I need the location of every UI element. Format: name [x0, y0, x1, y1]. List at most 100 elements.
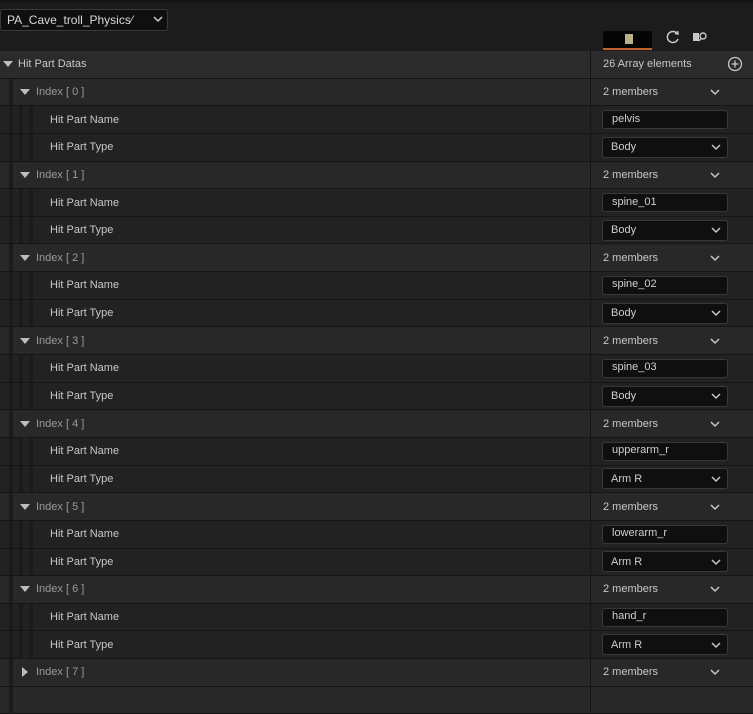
- indent-guide: [19, 465, 23, 493]
- indent-guide: [29, 520, 33, 548]
- indent-guide: [9, 520, 13, 548]
- element-name-cell: Index [ 6 ]: [0, 576, 589, 603]
- hit-part-type-dropdown[interactable]: Body: [602, 136, 728, 158]
- array-element-row[interactable]: [0, 686, 753, 714]
- element-name-cell: Index [ 7 ]: [0, 659, 589, 686]
- chevron-down-icon[interactable]: [709, 335, 721, 347]
- hit-part-name-input[interactable]: [602, 193, 728, 213]
- collapse-arrow-icon[interactable]: [19, 583, 31, 595]
- hit-part-type-dropdown[interactable]: Body: [602, 385, 728, 407]
- element-value-cell: 2 members: [590, 576, 753, 603]
- array-element-row[interactable]: Index [ 5 ] 2 members: [0, 493, 753, 521]
- hit-part-type-value: Arm R: [611, 638, 643, 651]
- chevron-down-icon[interactable]: [709, 86, 721, 98]
- hit-part-name-label: Hit Part Name: [50, 362, 120, 375]
- indent-guide: [9, 189, 13, 216]
- array-element-row[interactable]: Index [ 2 ] 2 members: [0, 244, 753, 273]
- collapse-arrow-icon[interactable]: [19, 169, 31, 181]
- element-value-cell: 2 members: [590, 327, 753, 355]
- hit-part-name-label-cell: Hit Part Name: [0, 272, 589, 299]
- hit-part-type-label: Hit Part Type: [50, 472, 114, 485]
- members-summary: 2 members: [603, 583, 659, 596]
- element-index-label: Index [ 5 ]: [36, 500, 85, 513]
- hit-part-name-input[interactable]: [602, 110, 728, 130]
- indent-guide: [9, 493, 13, 520]
- collapse-arrow-icon[interactable]: [19, 335, 31, 347]
- array-element-row[interactable]: Index [ 3 ] 2 members: [0, 327, 753, 356]
- chevron-down-icon[interactable]: [709, 169, 721, 181]
- browse-icon[interactable]: [692, 29, 708, 45]
- hit-part-type-label: Hit Part Type: [50, 224, 114, 237]
- chevron-down-icon: [705, 639, 727, 651]
- hit-part-type-dropdown[interactable]: Body: [602, 219, 728, 241]
- add-element-icon[interactable]: [727, 56, 743, 72]
- hit-part-type-label: Hit Part Type: [50, 555, 114, 568]
- hit-part-name-label: Hit Part Name: [50, 528, 120, 541]
- element-name-cell: Index [ 1 ]: [0, 162, 589, 189]
- asset-name: PA_Cave_troll_Physics⁄: [7, 13, 133, 27]
- hit-part-type-label: Hit Part Type: [50, 307, 114, 320]
- hit-part-type-label-cell: Hit Part Type: [0, 631, 589, 658]
- asset-picker-combo[interactable]: PA_Cave_troll_Physics⁄: [0, 9, 168, 31]
- array-header-row[interactable]: Hit Part Datas 26 Array elements: [0, 51, 753, 79]
- asset-thumbnail[interactable]: [603, 31, 652, 50]
- members-summary: 2 members: [603, 666, 659, 679]
- hit-part-name-input[interactable]: [602, 524, 728, 544]
- element-index-label: Index [ 3 ]: [36, 334, 85, 347]
- hit-part-name-input[interactable]: [602, 358, 728, 378]
- property-value-cell: 26 Array elements: [590, 51, 753, 78]
- collapse-arrow-icon[interactable]: [19, 501, 31, 513]
- hit-part-type-dropdown[interactable]: Arm R: [602, 468, 728, 490]
- hit-part-type-label: Hit Part Type: [50, 638, 114, 651]
- element-name-cell: Index [ 2 ]: [0, 244, 589, 271]
- collapse-arrow-icon[interactable]: [19, 418, 31, 430]
- hit-part-name-value-cell: [590, 603, 753, 631]
- collapse-arrow-icon[interactable]: [19, 86, 31, 98]
- indent-guide: [19, 299, 23, 327]
- property-name: Hit Part Datas: [18, 58, 87, 71]
- hit-part-name-value-cell: [590, 355, 753, 382]
- indent-guide: [9, 437, 13, 465]
- hit-part-name-input[interactable]: [602, 441, 728, 461]
- array-element-row[interactable]: Index [ 7 ] 2 members: [0, 659, 753, 687]
- array-element-row[interactable]: Index [ 4 ] 2 members: [0, 410, 753, 438]
- hit-part-name-label: Hit Part Name: [50, 196, 120, 209]
- array-element-row[interactable]: Index [ 6 ] 2 members: [0, 576, 753, 604]
- chevron-down-icon: [705, 390, 727, 402]
- hit-part-type-value-cell: Body: [590, 133, 753, 161]
- indent-guide: [19, 106, 23, 133]
- property-name-cell: Hit Part Datas: [0, 51, 589, 78]
- thumbnail-figure: [625, 34, 633, 44]
- indent-guide: [19, 355, 23, 382]
- members-summary: 2 members: [603, 251, 659, 264]
- indent-guide: [19, 631, 23, 659]
- chevron-down-icon[interactable]: [709, 501, 721, 513]
- collapse-arrow-icon[interactable]: [2, 58, 14, 70]
- chevron-down-icon[interactable]: [709, 252, 721, 264]
- hit-part-type-dropdown[interactable]: Arm R: [602, 551, 728, 573]
- hit-part-type-dropdown[interactable]: Arm R: [602, 634, 728, 656]
- array-element-row[interactable]: Index [ 1 ] 2 members: [0, 161, 753, 190]
- indent-guide: [9, 106, 13, 133]
- expand-arrow-icon[interactable]: [19, 666, 31, 678]
- chevron-down-icon[interactable]: [709, 666, 721, 678]
- indent-guide: [9, 659, 13, 686]
- hit-part-type-row: Hit Part Type Arm R: [0, 465, 753, 494]
- hit-part-type-label-cell: Hit Part Type: [0, 134, 589, 161]
- refresh-icon[interactable]: [665, 29, 681, 45]
- hit-part-type-dropdown[interactable]: Body: [602, 302, 728, 324]
- indent-guide: [9, 216, 13, 244]
- chevron-down-icon[interactable]: [709, 583, 721, 595]
- element-index-label: Index [ 6 ]: [36, 583, 85, 596]
- collapse-arrow-icon[interactable]: [19, 252, 31, 264]
- chevron-down-icon: [149, 13, 167, 27]
- indent-guide: [19, 437, 23, 465]
- hit-part-name-label: Hit Part Name: [50, 113, 120, 126]
- hit-part-name-value-cell: [590, 520, 753, 548]
- element-value-cell: 2 members: [590, 244, 753, 272]
- array-element-row[interactable]: Index [ 0 ] 2 members: [0, 78, 753, 107]
- chevron-down-icon[interactable]: [709, 418, 721, 430]
- hit-part-name-input[interactable]: [602, 607, 728, 627]
- hit-part-name-input[interactable]: [602, 275, 728, 295]
- indent-guide: [9, 382, 13, 410]
